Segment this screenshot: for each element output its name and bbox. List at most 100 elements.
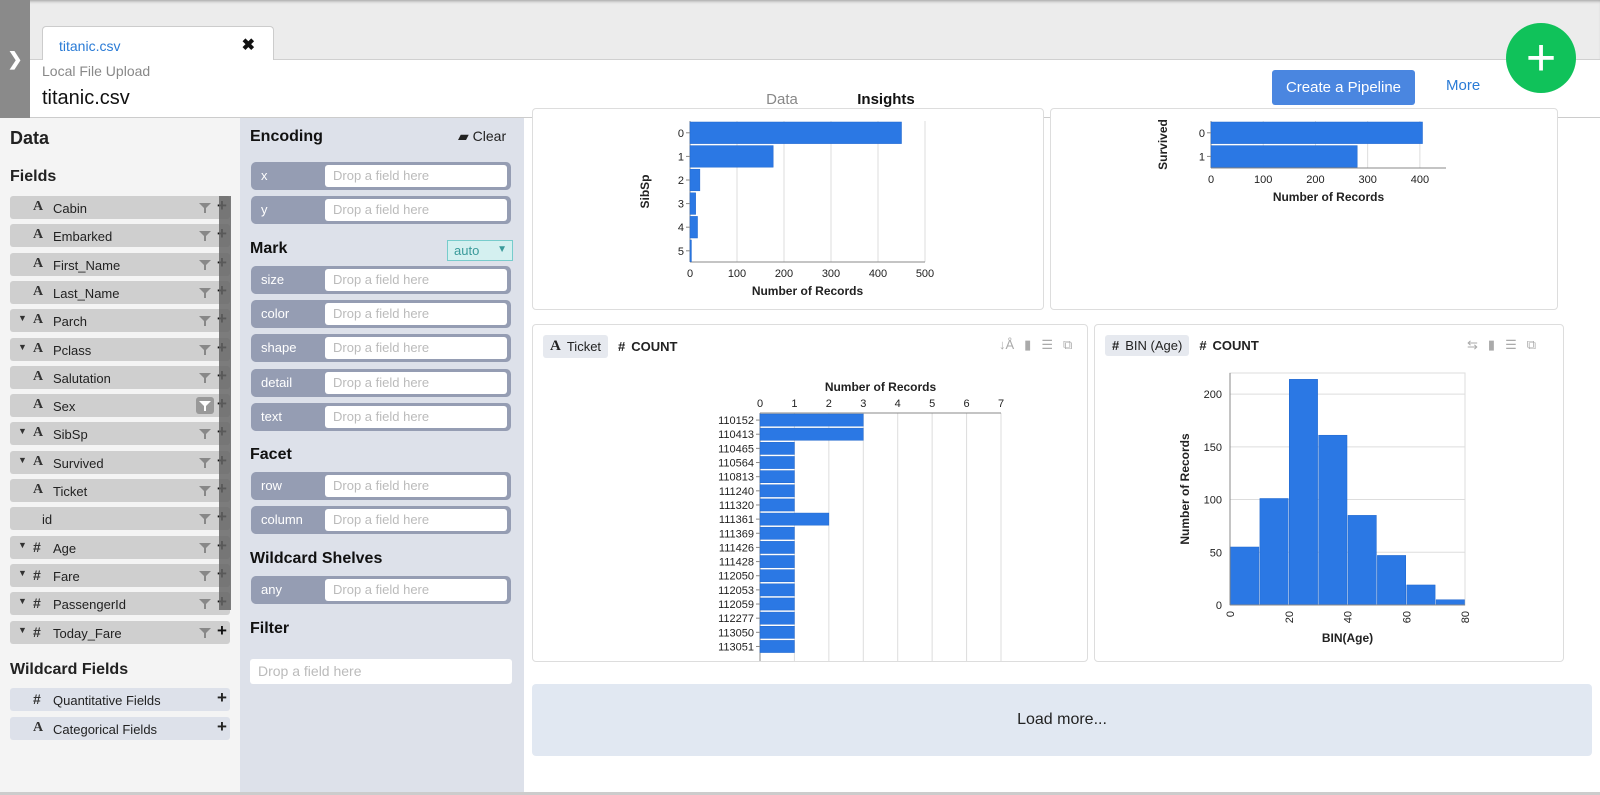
sort-az-icon[interactable]: ↓Å [999,337,1014,353]
copy-icon[interactable]: ⧉ [1063,337,1072,353]
swap-axes-icon[interactable]: ⇆ [1467,337,1478,353]
add-field-plus-icon[interactable]: + [217,688,227,708]
shelf-drop-zone[interactable]: Drop a field here [325,509,507,532]
field-item-survived[interactable]: ▼ASurvived+ [10,450,230,474]
more-link[interactable]: More [1446,77,1480,94]
filter-icon[interactable] [198,456,212,470]
caret-down-icon[interactable]: ▼ [18,342,27,352]
load-more-button[interactable]: Load more... [532,684,1592,756]
clear-button[interactable]: ▰ Clear [458,128,506,145]
field-item-last_name[interactable]: ALast_Name+ [10,280,230,304]
caret-down-icon[interactable]: ▼ [18,568,27,578]
field-list-scrollbar[interactable] [219,196,231,610]
shelf-text[interactable]: text Drop a field here [251,402,511,431]
filter-drop-zone[interactable]: Drop a field here [250,659,512,684]
filter-icon[interactable] [198,371,212,385]
close-icon[interactable]: ✖ [242,35,255,55]
add-field-plus-icon[interactable]: + [217,717,227,737]
shelf-drop-zone[interactable]: Drop a field here [325,303,507,326]
bookmark-icon[interactable]: ▮ [1488,337,1495,353]
wildcard-field-quantitative[interactable]: # Quantitative Fields + [10,688,230,711]
shelf-column[interactable]: column Drop a field here [251,506,511,535]
field-pill-ticket[interactable]: A Ticket [543,335,609,358]
shelf-row[interactable]: row Drop a field here [251,472,511,500]
filter-icon[interactable] [198,343,212,357]
sidebar-toggle-chevron-icon[interactable]: ❯ [0,0,30,118]
field-item-passengerid[interactable]: ▼#PassengerId+ [10,592,230,616]
field-item-id[interactable]: id+ [10,507,230,531]
filter-icon[interactable] [198,626,212,640]
bookmark-icon[interactable]: ▮ [1024,337,1031,353]
measure-label: COUNT [631,339,678,354]
bar [759,512,830,526]
filter-icon[interactable] [198,427,212,441]
caret-down-icon[interactable]: ▼ [18,625,27,635]
caret-down-icon[interactable]: ▼ [18,540,27,550]
copy-icon[interactable]: ⧉ [1527,337,1536,353]
field-item-parch[interactable]: ▼AParch+ [10,309,230,333]
filter-icon[interactable] [198,512,212,526]
field-item-embarked[interactable]: AEmbarked+ [10,224,230,248]
field-item-sex[interactable]: ASex+ [10,394,230,418]
field-item-pclass[interactable]: ▼APclass+ [10,337,230,361]
bar [689,192,696,215]
shelf-drop-zone[interactable]: Drop a field here [325,165,507,187]
create-pipeline-button[interactable]: Create a Pipeline [1272,70,1415,105]
filter-icon[interactable] [196,397,214,415]
y-tick-label: 113051 [718,641,754,653]
histogram-bar [1406,584,1436,606]
shelf-any[interactable]: any Drop a field here [251,576,511,604]
field-item-today_fare[interactable]: ▼ # Today_Fare + [10,620,230,644]
list-icon[interactable]: ☰ [1041,337,1053,353]
chart-card-sibsp[interactable]: 0 100 200 300 400 500 0 1 2 3 4 5 Number of Records S… [532,108,1044,310]
chart-card-survived[interactable]: 0 100 200 300 400 0 1 Number of Records Survived [1050,108,1558,310]
shelf-shape[interactable]: shape Drop a field here [251,334,511,363]
filter-icon[interactable] [198,229,212,243]
caret-down-icon[interactable]: ▼ [18,455,27,465]
filter-icon[interactable] [198,541,212,555]
field-item-age[interactable]: ▼#Age+ [10,535,230,559]
field-item-fare[interactable]: ▼#Fare+ [10,563,230,587]
field-label: SibSp [53,427,88,443]
shelf-drop-zone[interactable]: Drop a field here [325,405,507,428]
categorical-type-icon: A [33,227,44,243]
field-item-ticket[interactable]: ATicket+ [10,479,230,502]
shelf-detail[interactable]: detail Drop a field here [251,368,511,397]
field-item-salutation[interactable]: ASalutation+ [10,365,230,389]
chart-card-age[interactable]: # BIN (Age) # COUNT ⇆ ▮ ☰ ⧉ 0 50 100 150 200 0 2… [1094,324,1564,662]
quantitative-type-icon: # [1112,338,1120,353]
field-item-sibsp[interactable]: ▼ASibSp+ [10,422,230,446]
caret-down-icon[interactable]: ▼ [18,426,27,436]
file-tab-name[interactable]: titanic.csv [59,38,120,54]
wildcard-field-categorical[interactable]: A Categorical Fields + [10,716,230,740]
shelf-drop-zone[interactable]: Drop a field here [325,579,507,601]
file-tab[interactable]: titanic.csv ✖ [42,26,274,61]
shelf-size[interactable]: size Drop a field here [251,266,511,294]
list-icon[interactable]: ☰ [1505,337,1517,353]
shelf-drop-zone[interactable]: Drop a field here [325,337,507,360]
shelf-drop-zone[interactable]: Drop a field here [325,199,507,222]
caret-down-icon[interactable]: ▼ [18,313,27,323]
field-pill-bin-age[interactable]: # BIN (Age) [1105,335,1190,356]
shelf-drop-zone[interactable]: Drop a field here [325,269,507,291]
field-label: Parch [53,314,87,330]
filter-icon[interactable] [198,314,212,328]
shelf-y[interactable]: y Drop a field here [251,196,511,225]
shelf-x[interactable]: x Drop a field here [251,162,511,190]
filter-icon[interactable] [198,286,212,300]
filter-icon[interactable] [198,569,212,583]
chart-card-ticket[interactable]: A Ticket # COUNT ↓Å ▮ ☰ ⧉ 0 1 2 3 4 5 6 7 110152 11… [532,324,1088,662]
filter-icon[interactable] [198,201,212,215]
add-plus-icon[interactable]: + [1506,23,1576,93]
shelf-color[interactable]: color Drop a field here [251,300,511,329]
shelf-drop-zone[interactable]: Drop a field here [325,475,507,497]
filter-icon[interactable] [198,484,212,498]
add-field-plus-icon[interactable]: + [217,621,227,641]
field-item-first_name[interactable]: AFirst_Name+ [10,252,230,276]
caret-down-icon[interactable]: ▼ [18,596,27,606]
filter-icon[interactable] [198,597,212,611]
mark-type-select[interactable]: auto ▼ [447,240,513,261]
field-item-cabin[interactable]: ACabin+ [10,196,230,219]
shelf-drop-zone[interactable]: Drop a field here [325,371,507,394]
filter-icon[interactable] [198,258,212,272]
